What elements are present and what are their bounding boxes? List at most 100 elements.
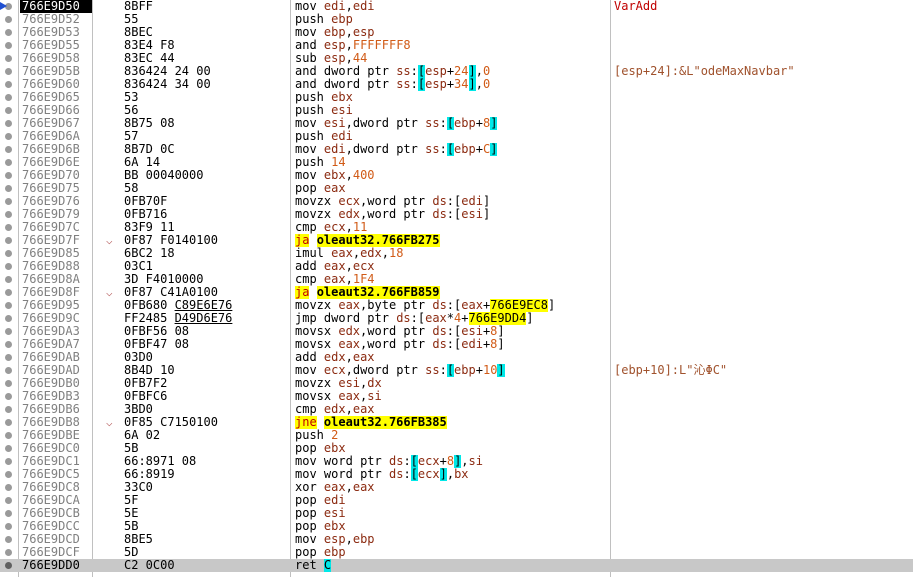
breakpoint-dot-icon[interactable] xyxy=(5,536,12,543)
instruction-text[interactable]: and dword ptr ss:[esp+34],0 xyxy=(295,78,609,91)
instruction-address[interactable]: 766E9D75 xyxy=(20,182,92,195)
breakpoint-gutter[interactable] xyxy=(0,325,18,338)
instruction-address[interactable]: 766E9DCB xyxy=(20,507,92,520)
breakpoint-gutter[interactable] xyxy=(0,260,18,273)
instruction-address[interactable]: 766E9D53 xyxy=(20,26,92,39)
breakpoint-gutter[interactable] xyxy=(0,130,18,143)
breakpoint-dot-icon[interactable] xyxy=(5,380,12,387)
instruction-address[interactable]: 766E9D88 xyxy=(20,260,92,273)
breakpoint-gutter[interactable] xyxy=(0,91,18,104)
disasm-row[interactable]: 766E9D6B 8B7D 0C mov edi,dword ptr ss:[ebp… xyxy=(0,143,913,156)
disasm-row[interactable]: 766E9D88 03C1 add eax,ecx xyxy=(0,260,913,273)
breakpoint-dot-icon[interactable] xyxy=(5,315,12,322)
breakpoint-dot-icon[interactable] xyxy=(5,81,12,88)
disasm-row[interactable]: 766E9DD0 C2 0C00 ret C xyxy=(0,559,913,572)
disasm-row[interactable]: 766E9D5B 836424 24 00 and dword ptr ss:[es… xyxy=(0,65,913,78)
instruction-address[interactable]: 766E9D6B xyxy=(20,143,92,156)
instruction-address[interactable]: 766E9DB8 xyxy=(20,416,92,429)
instruction-address[interactable]: 766E9D9C xyxy=(20,312,92,325)
instruction-text[interactable]: ret C xyxy=(295,559,609,572)
instruction-text[interactable]: push ebp xyxy=(295,13,609,26)
disasm-row[interactable]: 766E9D6E 6A 14 push 14 xyxy=(0,156,913,169)
instruction-text[interactable]: mov edi,edi xyxy=(295,0,609,13)
instruction-text[interactable]: movzx edx,word ptr ds:[esi] xyxy=(295,208,609,221)
instruction-text[interactable]: pop ebp xyxy=(295,546,609,559)
instruction-address[interactable]: 766E9D58 xyxy=(20,52,92,65)
disasm-row[interactable]: 766E9DAD 8B4D 10 mov ecx,dword ptr ss:[ebp… xyxy=(0,364,913,377)
disassembly-view[interactable]: 766E9D50 8BFF mov edi,edi VarAdd 766E9D52 55 p… xyxy=(0,0,913,577)
disasm-row[interactable]: 766E9DCF 5D pop ebp xyxy=(0,546,913,559)
breakpoint-gutter[interactable] xyxy=(0,429,18,442)
instruction-address[interactable]: 766E9D6A xyxy=(20,130,92,143)
instruction-text[interactable]: push 14 xyxy=(295,156,609,169)
instruction-text[interactable]: xor eax,eax xyxy=(295,481,609,494)
breakpoint-gutter[interactable] xyxy=(0,351,18,364)
breakpoint-gutter[interactable] xyxy=(0,507,18,520)
breakpoint-dot-icon[interactable] xyxy=(5,133,12,140)
instruction-address[interactable]: 766E9D8A xyxy=(20,273,92,286)
breakpoint-dot-icon[interactable] xyxy=(5,419,12,426)
instruction-text[interactable]: pop edi xyxy=(295,494,609,507)
disasm-row[interactable]: 766E9DB6 3BD0 cmp edx,eax xyxy=(0,403,913,416)
breakpoint-dot-icon[interactable] xyxy=(5,29,12,36)
instruction-address[interactable]: 766E9DB3 xyxy=(20,390,92,403)
breakpoint-gutter[interactable] xyxy=(0,377,18,390)
breakpoint-gutter[interactable] xyxy=(0,390,18,403)
breakpoint-gutter[interactable] xyxy=(0,442,18,455)
disasm-row[interactable]: 766E9DC1 66:8971 08 mov word ptr ds:[ecx+8… xyxy=(0,455,913,468)
breakpoint-dot-icon[interactable] xyxy=(5,484,12,491)
disasm-row[interactable]: 766E9DCA 5F pop edi xyxy=(0,494,913,507)
breakpoint-dot-icon[interactable] xyxy=(5,445,12,452)
instruction-text[interactable]: and dword ptr ss:[esp+24],0 xyxy=(295,65,609,78)
breakpoint-dot-icon[interactable] xyxy=(5,16,12,23)
breakpoint-gutter[interactable] xyxy=(0,182,18,195)
instruction-text[interactable]: imul eax,edx,18 xyxy=(295,247,609,260)
disasm-row[interactable]: 766E9D85 6BC2 18 imul eax,edx,18 xyxy=(0,247,913,260)
disasm-row[interactable]: 766E9D66 56 push esi xyxy=(0,104,913,117)
instruction-address[interactable]: 766E9D7F xyxy=(20,234,92,247)
instruction-address[interactable]: 766E9DD0 xyxy=(20,559,92,572)
instruction-text[interactable]: movsx eax,si xyxy=(295,390,609,403)
instruction-address[interactable]: 766E9DCF xyxy=(20,546,92,559)
disasm-row[interactable]: 766E9D70 BB 00040000 mov ebx,400 xyxy=(0,169,913,182)
breakpoint-dot-icon[interactable] xyxy=(5,302,12,309)
disasm-row[interactable]: 766E9D75 58 pop eax xyxy=(0,182,913,195)
instruction-address[interactable]: 766E9DB6 xyxy=(20,403,92,416)
breakpoint-gutter[interactable] xyxy=(0,403,18,416)
breakpoint-dot-icon[interactable] xyxy=(5,146,12,153)
disasm-row[interactable]: 766E9D60 836424 34 00 and dword ptr ss:[es… xyxy=(0,78,913,91)
disasm-row[interactable]: 766E9D65 53 push ebx xyxy=(0,91,913,104)
breakpoint-dot-icon[interactable] xyxy=(5,68,12,75)
instruction-address[interactable]: 766E9DC8 xyxy=(20,481,92,494)
instruction-text[interactable]: mov word ptr ds:[ecx+8],si xyxy=(295,455,609,468)
breakpoint-dot-icon[interactable] xyxy=(5,354,12,361)
instruction-text[interactable]: mov esi,dword ptr ss:[ebp+8] xyxy=(295,117,609,130)
breakpoint-dot-icon[interactable] xyxy=(5,263,12,270)
breakpoint-gutter[interactable] xyxy=(0,312,18,325)
breakpoint-dot-icon[interactable] xyxy=(5,471,12,478)
instruction-text[interactable]: mov ebp,esp xyxy=(295,26,609,39)
disasm-row[interactable]: 766E9D58 83EC 44 sub esp,44 xyxy=(0,52,913,65)
disasm-row[interactable]: 766E9DB3 0FBFC6 movsx eax,si xyxy=(0,390,913,403)
disasm-row[interactable]: 766E9DC8 33C0 xor eax,eax xyxy=(0,481,913,494)
breakpoint-dot-icon[interactable] xyxy=(5,523,12,530)
disasm-row[interactable]: 766E9DBE 6A 02 push 2 xyxy=(0,429,913,442)
breakpoint-gutter[interactable] xyxy=(0,273,18,286)
instruction-address[interactable]: 766E9DB0 xyxy=(20,377,92,390)
breakpoint-dot-icon[interactable] xyxy=(5,510,12,517)
breakpoint-dot-icon[interactable] xyxy=(5,250,12,257)
breakpoint-dot-icon[interactable] xyxy=(5,289,12,296)
instruction-address[interactable]: 766E9DCA xyxy=(20,494,92,507)
breakpoint-gutter[interactable] xyxy=(0,117,18,130)
breakpoint-gutter[interactable] xyxy=(0,169,18,182)
disasm-row[interactable]: 766E9DC5 66:8919 mov word ptr ds:[ecx],bx xyxy=(0,468,913,481)
instruction-address[interactable]: 766E9DA7 xyxy=(20,338,92,351)
instruction-text[interactable]: pop ebx xyxy=(295,520,609,533)
instruction-text[interactable]: movzx ecx,word ptr ds:[edi] xyxy=(295,195,609,208)
breakpoint-gutter[interactable] xyxy=(0,13,18,26)
breakpoint-gutter[interactable] xyxy=(0,26,18,39)
disasm-row[interactable]: 766E9D67 8B75 08 mov esi,dword ptr ss:[ebp… xyxy=(0,117,913,130)
breakpoint-gutter[interactable] xyxy=(0,156,18,169)
disasm-row[interactable]: 766E9D76 0FB70F movzx ecx,word ptr ds:[edi… xyxy=(0,195,913,208)
breakpoint-dot-icon[interactable] xyxy=(5,107,12,114)
